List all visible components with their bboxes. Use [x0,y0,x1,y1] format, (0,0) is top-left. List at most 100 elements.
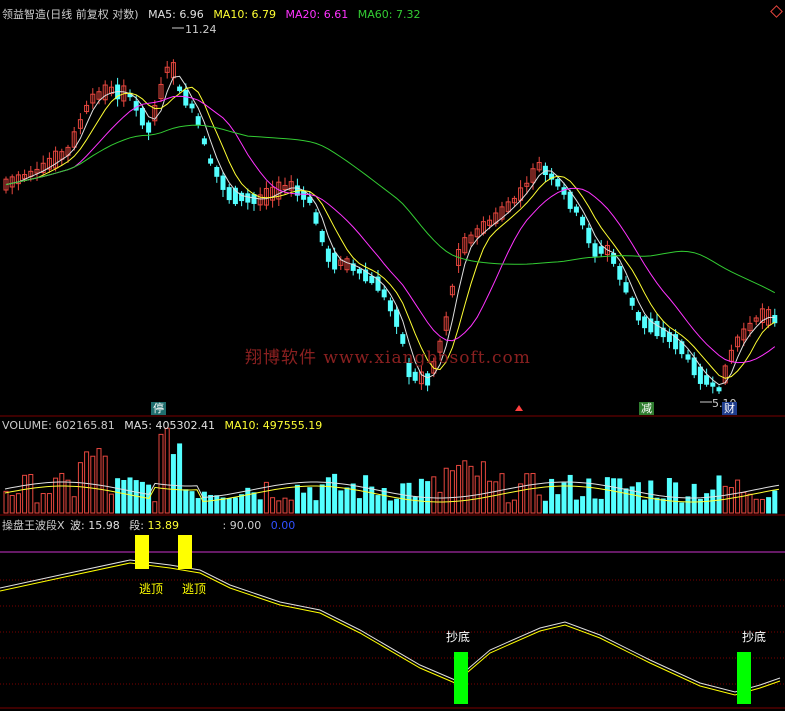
volume-bar [65,479,71,514]
volume-bar [598,498,604,514]
volume-bar [549,478,555,514]
volume-bar [350,483,356,514]
volume-bar [34,502,40,514]
volume-bar [666,478,672,514]
candle-body [629,297,635,306]
volume-bar [251,492,257,514]
badge-jian[interactable]: 减 [639,402,654,415]
volume-bar [580,496,586,514]
volume-bar [660,498,666,514]
candle-body [580,216,586,226]
volume-bar [40,493,46,514]
signal-bottom-label-1: 抄底 [446,630,471,644]
volume-bar [22,474,28,514]
volume-bar [567,474,573,514]
candle-body [214,166,220,177]
volume-bar [468,465,474,514]
volume-bar [270,497,276,514]
volume-bar [96,448,102,514]
high-price-label: 11.24 [185,23,217,36]
signal-bottom-block [737,652,751,704]
badge-cai[interactable]: 财 [722,402,737,415]
wave-readout: 波: 15.98 [70,519,120,532]
volume-bar [294,484,300,514]
volume-bar [728,487,734,514]
volume-bar [493,481,499,514]
indicator-title: 操盘王波段X [2,519,65,532]
volume-bar [46,493,52,514]
volume-bar [332,473,338,514]
candle-body [642,316,648,329]
volume-ma10-readout: MA10: 497555.19 [224,419,323,432]
volume-bar [158,433,164,514]
signal-top-label-2: 逃顶 [182,582,207,596]
volume-bar [542,500,548,514]
volume-bar [177,443,183,514]
ma60-line [5,124,776,294]
candle-body [387,300,393,312]
volume-bar [201,491,207,514]
volume-bar [319,484,325,514]
volume-bar [338,490,344,514]
volume-bar [635,482,641,514]
stock-title: 领益智造(日线 前复权 对数) [2,8,139,21]
signal-bottom-label-2: 抄底 [742,630,767,644]
candle-body [133,101,139,111]
volume-bar [152,501,158,514]
volume-bar [766,497,772,514]
volume-bar [71,496,77,514]
candle-body [251,194,257,204]
volume-bar [586,478,592,514]
volume-bar [288,499,294,514]
volume-bar [449,470,455,514]
volume-bar [518,483,524,514]
candle-body [586,227,592,244]
volume-bar [369,486,375,514]
volume-bar [462,460,468,514]
up-arrow-icon[interactable] [515,405,523,411]
candle-body [394,309,400,327]
volume-bar [394,498,400,514]
volume-bar [691,483,697,514]
ma60-readout: MA60: 7.32 [357,8,421,21]
candle-body [635,312,641,321]
candle-body [654,320,660,337]
candle-body [208,158,214,164]
volume-bar [15,493,21,514]
volume-bar [84,451,90,514]
badge-ting[interactable]: 停 [151,402,166,415]
volume-bar [412,496,418,514]
volume-bar [232,497,238,514]
candle-body [325,248,331,262]
signal-top-block [135,535,149,569]
volume-bar [282,497,288,514]
volume-bar [604,477,610,514]
volume-bar [195,498,201,514]
volume-bar [418,478,424,514]
volume-bar [170,454,176,514]
volume-bar [220,497,226,514]
volume-bar [623,488,629,514]
candle-body [226,187,232,201]
level-readout: : 90.00 [222,519,262,532]
candle-body [592,243,598,257]
candle-body [319,230,325,243]
candle-body [332,252,338,270]
volume-bar [257,499,263,514]
volume-bar [753,498,759,514]
volume-bar [592,498,598,514]
volume-bar [189,491,195,514]
ma10-readout: MA10: 6.79 [213,8,277,21]
candle-body [691,357,697,376]
signal-top-block [178,535,192,569]
candle-body [139,108,145,126]
volume-bar [313,500,319,514]
volume-bar [356,498,362,514]
candle-body [146,122,152,133]
volume-bar [307,487,313,514]
volume-bar [3,490,9,514]
candle-body [685,354,691,360]
volume-bar [511,499,517,514]
volume-bar [716,475,722,514]
volume-bar [108,493,114,514]
